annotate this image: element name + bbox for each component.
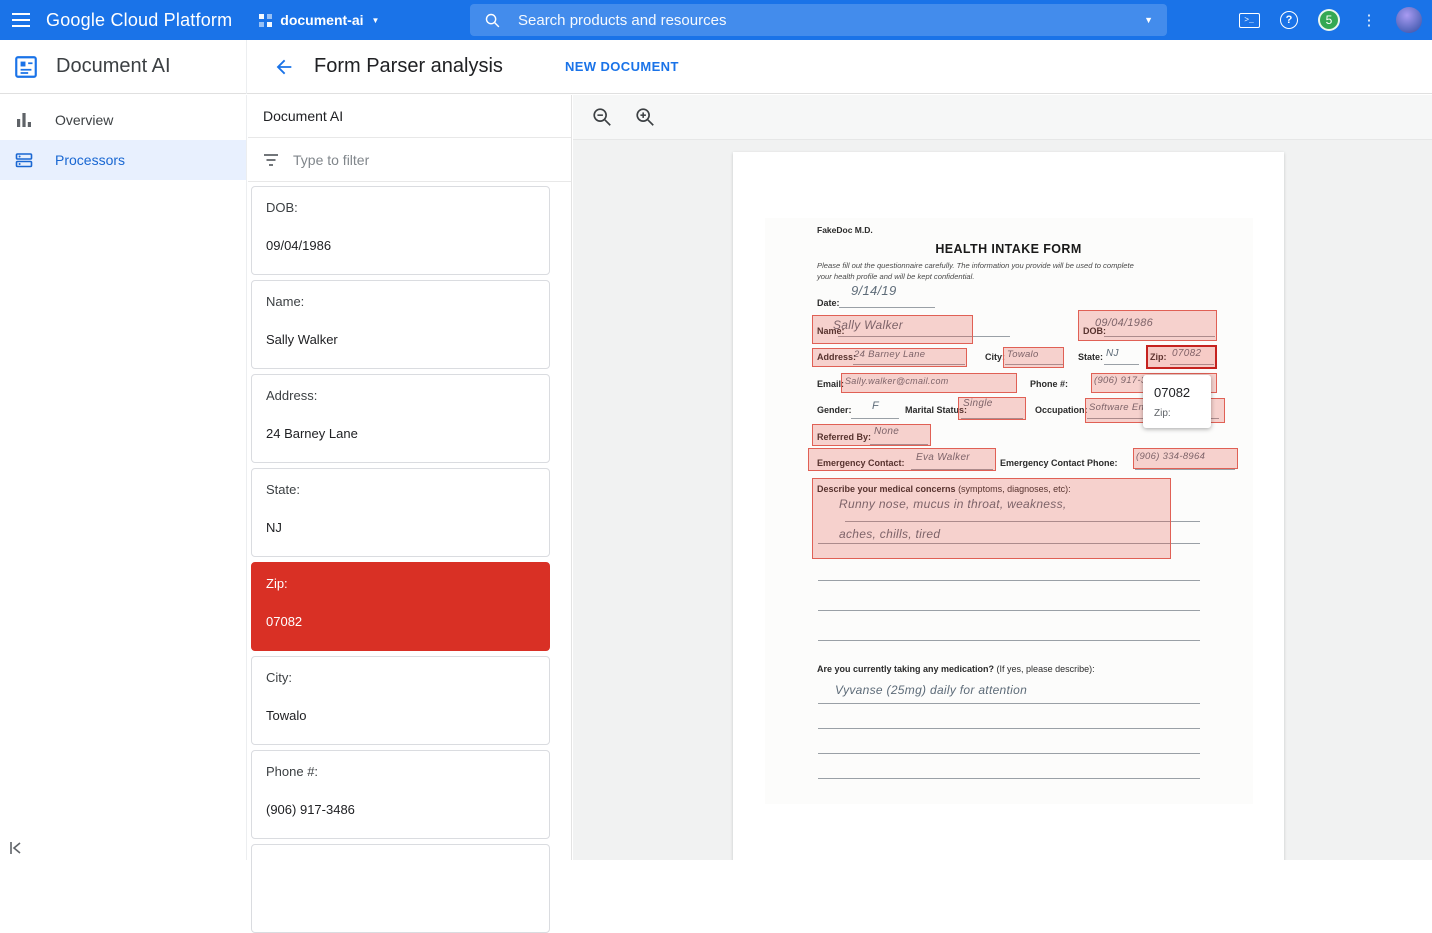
collapse-nav-icon[interactable] bbox=[8, 839, 32, 857]
gcp-brand-logo[interactable]: Google Cloud Platform bbox=[46, 10, 232, 31]
zoom-out-icon[interactable] bbox=[589, 104, 615, 130]
tooltip-value: 07082 bbox=[1154, 385, 1200, 400]
doc-date-label: Date: bbox=[817, 298, 840, 308]
product-title: Document AI bbox=[56, 55, 171, 78]
zoom-in-icon[interactable] bbox=[632, 104, 658, 130]
field-tooltip: 07082 Zip: bbox=[1143, 375, 1211, 428]
panel-title: Document AI bbox=[248, 95, 571, 138]
field-label: Address: bbox=[266, 388, 535, 403]
help-icon[interactable]: ? bbox=[1274, 4, 1304, 36]
highlight-dob[interactable] bbox=[1078, 310, 1217, 341]
search-icon bbox=[484, 12, 501, 29]
chevron-down-icon: ▼ bbox=[372, 16, 380, 25]
doc-medication-label: Are you currently taking any medication?… bbox=[817, 664, 1095, 674]
field-card-dob[interactable]: DOB: 09/04/1986 bbox=[251, 186, 550, 275]
doc-intro-line: your health profile and will be kept con… bbox=[817, 272, 974, 281]
avatar[interactable] bbox=[1394, 4, 1424, 36]
field-card-partial[interactable] bbox=[251, 844, 550, 933]
doc-gender-value: F bbox=[872, 400, 879, 412]
field-card-city[interactable]: City: Towalo bbox=[251, 656, 550, 745]
menu-icon[interactable] bbox=[0, 0, 42, 40]
highlight-email[interactable] bbox=[841, 373, 1017, 393]
fields-list: DOB: 09/04/1986 Name: Sally Walker Addre… bbox=[248, 182, 571, 933]
fields-panel: Document AI DOB: 09/04/1986 Name: Sally … bbox=[248, 95, 572, 860]
page-title: Form Parser analysis bbox=[314, 55, 503, 78]
overview-icon bbox=[15, 111, 33, 129]
notification-count: 5 bbox=[1318, 9, 1340, 31]
field-label: State: bbox=[266, 482, 535, 497]
highlight-city[interactable] bbox=[1003, 347, 1064, 368]
doc-intro-line: Please fill out the questionnaire carefu… bbox=[817, 261, 1134, 270]
field-value: 24 Barney Lane bbox=[266, 426, 535, 441]
new-document-button[interactable]: NEW DOCUMENT bbox=[565, 59, 679, 74]
highlight-marital-status[interactable] bbox=[958, 397, 1026, 420]
viewer-canvas: FakeDoc M.D. HEALTH INTAKE FORM Please f… bbox=[573, 140, 1432, 860]
field-value: 09/04/1986 bbox=[266, 238, 535, 253]
doc-phone-label: Phone #: bbox=[1030, 379, 1068, 389]
field-value: 07082 bbox=[266, 614, 535, 629]
field-value: NJ bbox=[266, 520, 535, 535]
global-search: ▼ bbox=[470, 4, 1167, 36]
product-header: Document AI bbox=[0, 40, 247, 94]
filter-bar bbox=[248, 138, 571, 182]
topbar-actions: >_ ? 5 ⋮ bbox=[1234, 0, 1424, 40]
doc-emergency-phone-label: Emergency Contact Phone: bbox=[1000, 458, 1118, 468]
field-value: (906) 917-3486 bbox=[266, 802, 535, 817]
tooltip-label: Zip: bbox=[1154, 408, 1200, 419]
chevron-down-icon[interactable]: ▼ bbox=[1144, 15, 1153, 25]
field-label: DOB: bbox=[266, 200, 535, 215]
project-icon bbox=[258, 13, 273, 28]
cloud-shell-icon[interactable]: >_ bbox=[1234, 4, 1264, 36]
doc-state-label: State: bbox=[1078, 352, 1103, 362]
field-value: Towalo bbox=[266, 708, 535, 723]
field-label: Name: bbox=[266, 294, 535, 309]
processors-icon bbox=[15, 151, 33, 169]
filter-input[interactable] bbox=[293, 152, 523, 168]
highlight-referred-by[interactable] bbox=[812, 424, 931, 446]
highlight-address[interactable] bbox=[812, 348, 967, 367]
field-card-state[interactable]: State: NJ bbox=[251, 468, 550, 557]
doc-medication-answer: Vyvanse (25mg) daily for attention bbox=[835, 683, 1027, 697]
document-ai-logo-icon bbox=[13, 54, 39, 80]
field-card-name[interactable]: Name: Sally Walker bbox=[251, 280, 550, 369]
notifications-badge[interactable]: 5 bbox=[1314, 4, 1344, 36]
highlight-emergency-contact[interactable] bbox=[808, 448, 996, 471]
sidebar-item-label: Overview bbox=[55, 112, 113, 128]
filter-icon bbox=[263, 153, 279, 167]
doc-gender-label: Gender: bbox=[817, 405, 852, 415]
highlight-emergency-phone[interactable] bbox=[1133, 448, 1238, 469]
document-page: FakeDoc M.D. HEALTH INTAKE FORM Please f… bbox=[733, 152, 1284, 860]
highlight-name[interactable] bbox=[812, 315, 973, 344]
highlight-medical-concerns[interactable] bbox=[812, 478, 1171, 559]
project-name: document-ai bbox=[280, 12, 363, 28]
doc-state-value: NJ bbox=[1106, 348, 1119, 359]
doc-email-label: Email: bbox=[817, 379, 844, 389]
field-value: Sally Walker bbox=[266, 332, 535, 347]
search-input[interactable] bbox=[518, 12, 1144, 29]
field-label: City: bbox=[266, 670, 535, 685]
topbar: Google Cloud Platform document-ai ▼ ▼ >_… bbox=[0, 0, 1432, 40]
doc-practice-name: FakeDoc M.D. bbox=[817, 225, 873, 235]
doc-date-value: 9/14/19 bbox=[851, 283, 896, 298]
back-arrow-icon[interactable] bbox=[273, 56, 295, 78]
field-card-zip[interactable]: Zip: 07082 bbox=[251, 562, 550, 651]
doc-form-title: HEALTH INTAKE FORM bbox=[733, 242, 1284, 256]
field-card-address[interactable]: Address: 24 Barney Lane bbox=[251, 374, 550, 463]
field-label: Phone #: bbox=[266, 764, 535, 779]
viewer-toolbar bbox=[573, 95, 1432, 140]
field-label: Zip: bbox=[266, 576, 535, 591]
field-card-phone[interactable]: Phone #: (906) 917-3486 bbox=[251, 750, 550, 839]
sidebar-item-processors[interactable]: Processors bbox=[0, 140, 246, 180]
doc-occupation-label: Occupation: bbox=[1035, 405, 1088, 415]
left-nav: Overview Processors bbox=[0, 95, 247, 860]
sidebar-item-label: Processors bbox=[55, 152, 125, 168]
doc-city-label: City: bbox=[985, 352, 1005, 362]
sidebar-item-overview[interactable]: Overview bbox=[0, 100, 246, 140]
subheader: Document AI Form Parser analysis NEW DOC… bbox=[0, 40, 1432, 94]
more-vert-icon[interactable]: ⋮ bbox=[1354, 4, 1384, 36]
highlight-zip-selected[interactable] bbox=[1146, 345, 1217, 369]
document-viewer: FakeDoc M.D. HEALTH INTAKE FORM Please f… bbox=[573, 95, 1432, 860]
project-picker[interactable]: document-ai ▼ bbox=[258, 12, 379, 28]
